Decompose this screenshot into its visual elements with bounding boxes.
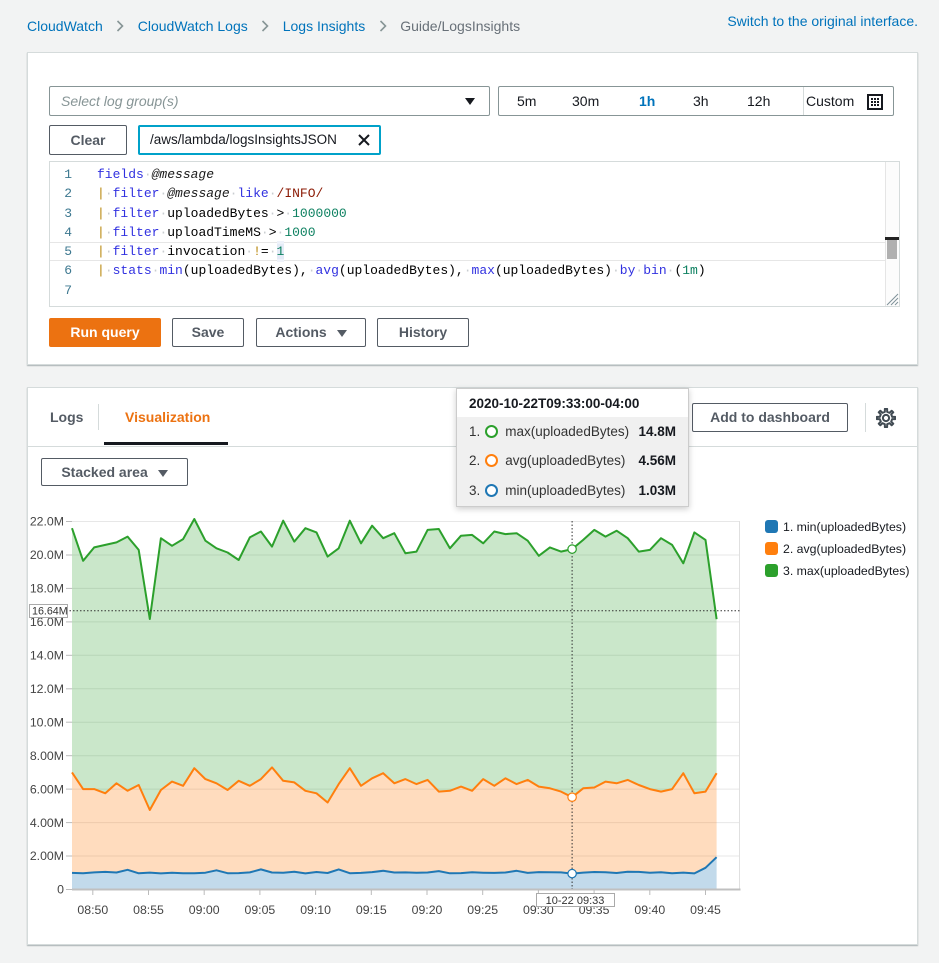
svg-text:16.64M: 16.64M — [32, 606, 68, 618]
svg-text:09:15: 09:15 — [356, 903, 387, 917]
svg-text:12.0M: 12.0M — [30, 682, 64, 696]
svg-text:09:45: 09:45 — [690, 903, 721, 917]
svg-text:09:05: 09:05 — [245, 903, 276, 917]
svg-text:20.0M: 20.0M — [30, 548, 64, 562]
svg-text:08:50: 08:50 — [77, 903, 108, 917]
svg-text:09:00: 09:00 — [189, 903, 220, 917]
svg-text:09:25: 09:25 — [467, 903, 498, 917]
svg-text:8.00M: 8.00M — [30, 749, 64, 763]
svg-text:09:40: 09:40 — [634, 903, 665, 917]
svg-text:10-22 09:33: 10-22 09:33 — [546, 895, 605, 907]
svg-text:6.00M: 6.00M — [30, 782, 64, 796]
svg-text:09:10: 09:10 — [300, 903, 331, 917]
svg-text:14.0M: 14.0M — [30, 649, 64, 663]
svg-text:0: 0 — [57, 883, 64, 897]
svg-text:4.00M: 4.00M — [30, 816, 64, 830]
svg-text:2.00M: 2.00M — [30, 849, 64, 863]
svg-text:18.0M: 18.0M — [30, 582, 64, 596]
svg-text:08:55: 08:55 — [133, 903, 164, 917]
svg-text:09:20: 09:20 — [412, 903, 443, 917]
svg-text:10.0M: 10.0M — [30, 715, 64, 729]
svg-text:22.0M: 22.0M — [30, 515, 64, 529]
